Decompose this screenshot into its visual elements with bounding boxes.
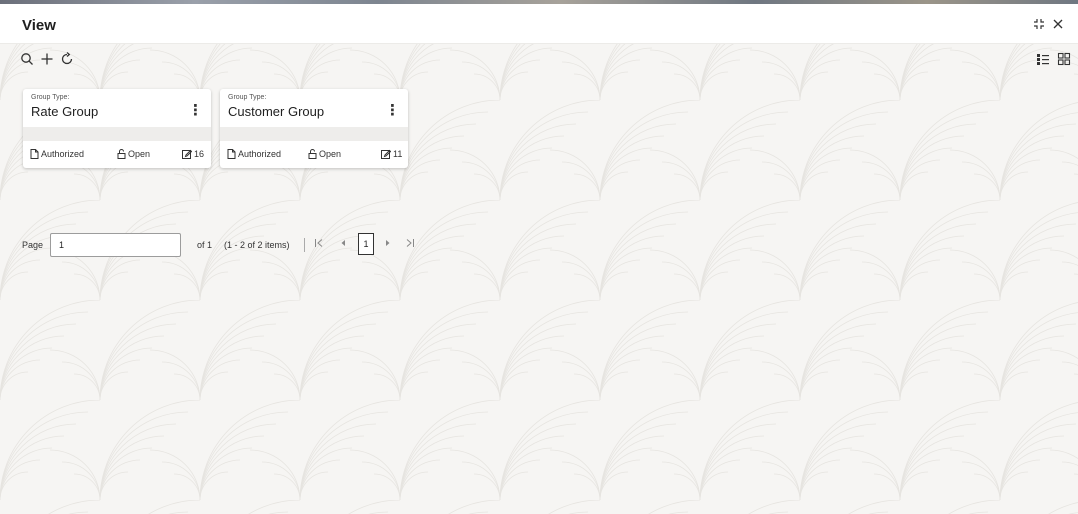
add-icon[interactable]: [40, 52, 54, 72]
kebab-menu-icon[interactable]: ⋮: [385, 103, 400, 119]
lock-status: Open: [117, 149, 150, 159]
next-page-icon[interactable]: [384, 238, 392, 252]
card-label: Group Type:: [31, 94, 70, 101]
page-label: Page: [22, 240, 44, 250]
card-footer: Authorized Open 11: [220, 141, 408, 168]
list-view-icon[interactable]: [1036, 52, 1050, 72]
items-range-label: (1 - 2 of 2 items): [224, 240, 290, 250]
edit-count: 16: [182, 149, 204, 159]
previous-page-icon[interactable]: [339, 238, 347, 252]
grid-view-icon[interactable]: [1057, 52, 1071, 72]
edit-icon: [381, 149, 391, 159]
last-page-icon[interactable]: [405, 238, 415, 252]
pagination-divider: [304, 238, 305, 252]
page-number-input[interactable]: [50, 233, 181, 257]
card-footer: Authorized Open 16: [23, 141, 211, 168]
expand-icon[interactable]: [1033, 18, 1045, 33]
unlock-icon: [308, 149, 317, 159]
card-band: [23, 127, 211, 141]
document-icon: [227, 149, 236, 159]
page-of-label: of 1: [197, 240, 213, 250]
window-top-strip: [0, 0, 1078, 4]
group-card[interactable]: Group Type: Rate Group ⋮ Authorized Open…: [23, 89, 211, 168]
card-label: Group Type:: [228, 94, 267, 101]
current-page-button[interactable]: 1: [358, 233, 374, 255]
pagination: Page of 1 (1 - 2 of 2 items) 1: [0, 232, 500, 258]
status-authorized: Authorized: [30, 149, 84, 159]
toolbar: [0, 50, 1078, 76]
window-header: View: [0, 4, 1078, 44]
card-title: Rate Group: [31, 104, 99, 119]
edit-icon: [182, 149, 192, 159]
lock-status: Open: [308, 149, 341, 159]
edit-count: 11: [381, 149, 402, 159]
card-band: [220, 127, 408, 141]
refresh-icon[interactable]: [60, 52, 74, 72]
card-title: Customer Group: [228, 104, 325, 119]
group-card[interactable]: Group Type: Customer Group ⋮ Authorized …: [220, 89, 408, 168]
window-title: View: [22, 17, 56, 34]
close-icon[interactable]: [1052, 18, 1064, 33]
status-authorized: Authorized: [227, 149, 281, 159]
kebab-menu-icon[interactable]: ⋮: [188, 103, 203, 119]
document-icon: [30, 149, 39, 159]
search-icon[interactable]: [20, 52, 34, 72]
unlock-icon: [117, 149, 126, 159]
first-page-icon[interactable]: [314, 238, 324, 252]
